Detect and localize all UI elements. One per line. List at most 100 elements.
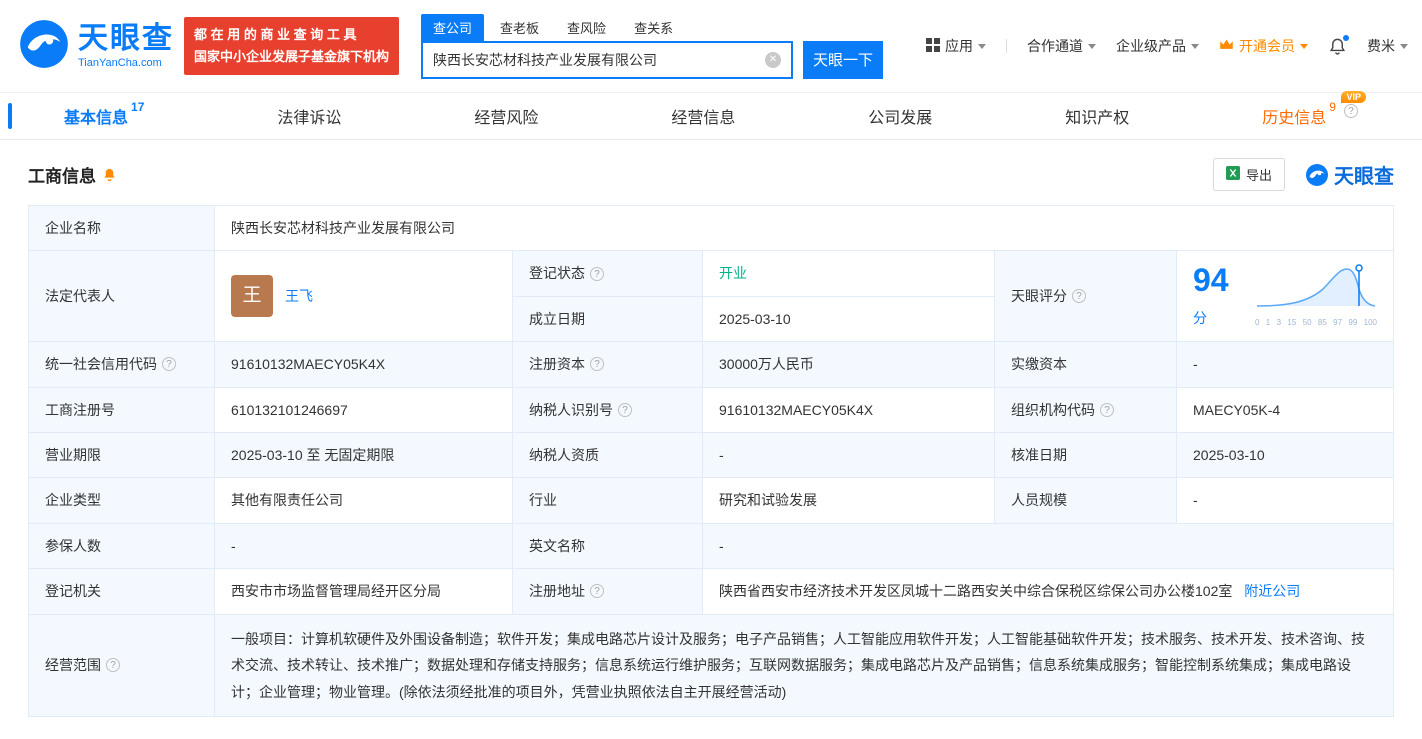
approval-date-label: 核准日期 bbox=[994, 431, 1177, 479]
search-tab-risk[interactable]: 查风险 bbox=[555, 14, 618, 41]
help-icon[interactable] bbox=[106, 658, 120, 673]
staff-size-label: 人员规模 bbox=[994, 477, 1177, 524]
tab-operation-info[interactable]: 经营信息 bbox=[671, 104, 735, 128]
export-button[interactable]: 导出 bbox=[1212, 158, 1285, 191]
slogan-line2: 国家中小企业发展子基金旗下机构 bbox=[194, 49, 390, 64]
table-row: 企业名称 陕西长安芯材科技产业发展有限公司 bbox=[28, 204, 1394, 252]
search-tab-company[interactable]: 查公司 bbox=[421, 13, 485, 41]
business-term-value: 2025-03-10 至 无固定期限 bbox=[214, 431, 513, 479]
org-code-label: 组织机构代码 bbox=[994, 386, 1177, 433]
nav-apps[interactable]: 应用 bbox=[926, 36, 986, 56]
establish-date-label: 成立日期 bbox=[512, 295, 703, 343]
help-icon[interactable] bbox=[590, 266, 604, 281]
business-scope-value: 一般项目：计算机软硬件及外围设备制造；软件开发；集成电路芯片设计及服务；电子产品… bbox=[214, 613, 1394, 718]
tianyancha-watermark: 天眼查 bbox=[1305, 160, 1394, 189]
help-icon[interactable] bbox=[1100, 402, 1114, 417]
search-tab-relation[interactable]: 查关系 bbox=[622, 14, 685, 41]
search-tab-boss[interactable]: 查老板 bbox=[488, 14, 551, 41]
slogan-line1: 都 在 用 的 商 业 查 询 工 具 bbox=[194, 26, 357, 42]
table-row: 营业期限 2025-03-10 至 无固定期限 纳税人资质 - 核准日期 202… bbox=[28, 431, 1394, 479]
chevron-down-icon bbox=[1191, 43, 1199, 49]
help-icon[interactable] bbox=[1343, 104, 1358, 118]
nav-enterprise-products[interactable]: 企业级产品 bbox=[1116, 36, 1199, 56]
nav-open-vip[interactable]: 开通会员 bbox=[1219, 36, 1308, 56]
clear-search-icon[interactable] bbox=[765, 51, 782, 68]
monitor-bell-icon[interactable] bbox=[102, 167, 117, 182]
grid-icon bbox=[926, 37, 940, 55]
table-row: 工商注册号 610132101246697 纳税人识别号 91610132MAE… bbox=[28, 386, 1394, 433]
tab-intellectual-property-label: 知识产权 bbox=[1065, 110, 1130, 127]
help-icon[interactable] bbox=[1072, 289, 1086, 304]
nearby-companies-link[interactable]: 附近公司 bbox=[1244, 583, 1300, 599]
business-term-label: 营业期限 bbox=[28, 431, 215, 479]
address-label: 注册地址 bbox=[512, 568, 703, 615]
paid-capital-label: 实缴资本 bbox=[994, 341, 1177, 388]
reg-status-label: 登记状态 bbox=[512, 250, 703, 297]
tab-operation-risk[interactable]: 经营风险 bbox=[474, 104, 538, 128]
credit-code-value: 91610132MAECY05K4X bbox=[214, 341, 513, 388]
score-value: 94 分 013 15 50 85 97 99 100 bbox=[1176, 250, 1394, 343]
taxpayer-quality-label: 纳税人资质 bbox=[512, 431, 703, 479]
tab-legal-litigation[interactable]: 法律诉讼 bbox=[277, 104, 341, 128]
crown-icon bbox=[1219, 38, 1234, 54]
help-icon[interactable] bbox=[590, 584, 604, 599]
insured-value: - bbox=[214, 522, 513, 570]
score-unit: 分 bbox=[1193, 310, 1207, 327]
reg-status-value: 开业 bbox=[702, 250, 995, 297]
score-number: 94 bbox=[1193, 262, 1229, 299]
business-info-header: 工商信息 导出 天眼查 bbox=[0, 140, 1422, 205]
tab-company-development[interactable]: 公司发展 bbox=[868, 104, 932, 128]
nav-user[interactable]: 费米 bbox=[1367, 36, 1408, 56]
tab-history-info-label: 历史信息 bbox=[1262, 110, 1327, 127]
company-type-label: 企业类型 bbox=[28, 477, 215, 524]
reg-authority-label: 登记机关 bbox=[28, 568, 215, 615]
taxpayer-id-value: 91610132MAECY05K4X bbox=[702, 386, 995, 433]
tab-history-info[interactable]: VIP 历史信息 9 bbox=[1262, 91, 1366, 128]
help-icon[interactable] bbox=[590, 357, 604, 372]
section-title: 工商信息 bbox=[28, 167, 96, 186]
tab-intellectual-property[interactable]: 知识产权 bbox=[1065, 104, 1129, 128]
reg-capital-label: 注册资本 bbox=[512, 341, 703, 388]
address-value: 陕西省西安市经济技术开发区凤城十二路西安关中综合保税区综保公司办公楼102室 附… bbox=[702, 568, 1394, 615]
top-nav: 应用 合作通道 企业级产品 开通会员 费米 bbox=[926, 34, 1408, 56]
tianyancha-logo-icon bbox=[18, 18, 70, 75]
slogan-banner: 都 在 用 的 商 业 查 询 工 具 国家中小企业发展子基金旗下机构 bbox=[184, 16, 400, 76]
nav-vip-label: 开通会员 bbox=[1239, 38, 1295, 54]
table-row: 统一社会信用代码 91610132MAECY05K4X 注册资本 30000万人… bbox=[28, 341, 1394, 388]
nav-partner[interactable]: 合作通道 bbox=[1027, 36, 1096, 56]
tab-basic-info-count: 17 bbox=[131, 100, 145, 114]
nav-enterprise-label: 企业级产品 bbox=[1116, 38, 1186, 54]
legal-rep-avatar: 王 bbox=[231, 275, 273, 318]
industry-label: 行业 bbox=[512, 477, 703, 524]
search-button[interactable]: 天眼一下 bbox=[803, 40, 884, 79]
logo-title: 天眼查 bbox=[78, 22, 174, 56]
business-info-table: 企业名称 陕西长安芯材科技产业发展有限公司 法定代表人 王 王飞 登记状态 开业… bbox=[28, 204, 1394, 718]
org-code-value: MAECY05K-4 bbox=[1176, 386, 1394, 433]
tab-legal-litigation-label: 法律诉讼 bbox=[277, 110, 342, 127]
table-row: 经营范围 一般项目：计算机软硬件及外围设备制造；软件开发；集成电路芯片设计及服务… bbox=[28, 613, 1394, 718]
company-name-label: 企业名称 bbox=[28, 204, 215, 252]
help-icon[interactable] bbox=[618, 402, 632, 417]
tianyancha-logo[interactable]: 天眼查 TianYanCha.com bbox=[18, 18, 174, 75]
insured-label: 参保人数 bbox=[28, 522, 215, 570]
nav-apps-label: 应用 bbox=[945, 38, 973, 54]
tab-basic-info[interactable]: 基本信息 17 bbox=[64, 100, 144, 128]
side-indicator bbox=[8, 103, 12, 129]
search-input[interactable] bbox=[433, 51, 766, 68]
legal-rep-value: 王 王飞 bbox=[214, 250, 513, 343]
table-row: 法定代表人 王 王飞 登记状态 开业 天眼评分 94 分 bbox=[28, 250, 1394, 343]
search-tabs: 查公司 查老板 查风险 查关系 bbox=[421, 13, 883, 41]
paid-capital-value: - bbox=[1176, 341, 1394, 388]
legal-rep-link[interactable]: 王飞 bbox=[285, 285, 313, 307]
english-name-value: - bbox=[702, 522, 1394, 570]
reg-capital-value: 30000万人民币 bbox=[702, 341, 995, 388]
chevron-down-icon bbox=[1400, 43, 1408, 49]
address-text: 陕西省西安市经济技术开发区凤城十二路西安关中综合保税区综保公司办公楼102室 bbox=[719, 583, 1233, 600]
notification-bell-icon[interactable] bbox=[1328, 34, 1349, 56]
tab-company-development-label: 公司发展 bbox=[868, 110, 933, 127]
nav-partner-label: 合作通道 bbox=[1027, 38, 1083, 54]
help-icon[interactable] bbox=[162, 357, 176, 372]
taxpayer-quality-value: - bbox=[702, 431, 995, 479]
company-name-value: 陕西长安芯材科技产业发展有限公司 bbox=[214, 204, 1394, 252]
nav-user-label: 费米 bbox=[1367, 38, 1395, 54]
